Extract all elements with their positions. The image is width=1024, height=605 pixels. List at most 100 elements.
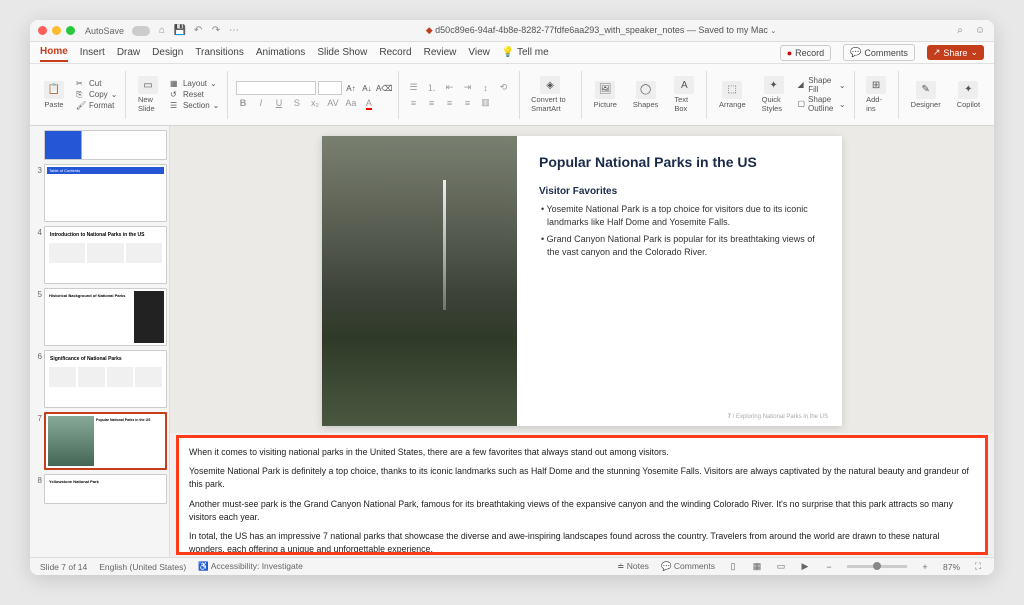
accessibility-status[interactable]: ♿ Accessibility: Investigate (198, 561, 303, 572)
align-right-button[interactable]: ≡ (443, 98, 457, 108)
tab-review[interactable]: Review (424, 44, 457, 61)
slide-thumbnails[interactable]: 3Table of Contents 4Introduction to Nati… (30, 126, 170, 557)
tab-record[interactable]: Record (379, 44, 411, 61)
outdent-button[interactable]: ⇤ (443, 82, 457, 93)
language-label[interactable]: English (United States) (99, 562, 186, 572)
align-left-button[interactable]: ≡ (407, 98, 421, 108)
tab-slideshow[interactable]: Slide Show (317, 44, 367, 61)
zoom-slider[interactable] (847, 565, 907, 568)
shapes-button[interactable]: ◯Shapes (629, 79, 662, 111)
strike-button[interactable]: S (290, 98, 304, 108)
home-icon[interactable]: ⌂ (156, 25, 168, 37)
shape-outline-button[interactable]: ▢Shape Outline ⌄ (797, 95, 845, 113)
addins-button[interactable]: ⊞Add-ins (862, 74, 890, 115)
arrange-button[interactable]: ⬚Arrange (715, 79, 750, 111)
subscript-button[interactable]: x₂ (308, 98, 322, 108)
slide-bullet[interactable]: • Yosemite National Park is a top choice… (539, 203, 820, 228)
tab-draw[interactable]: Draw (117, 44, 140, 61)
layout-button[interactable]: ▦Layout ⌄ (170, 79, 219, 89)
notes-paragraph[interactable]: Another must-see park is the Grand Canyo… (189, 498, 975, 524)
search-icon[interactable]: ⌕ (954, 25, 966, 37)
notes-paragraph[interactable]: When it comes to visiting national parks… (189, 446, 975, 459)
notes-toggle[interactable]: ≐ Notes (617, 561, 649, 572)
quickstyles-button[interactable]: ✦Quick Styles (758, 74, 790, 115)
speaker-notes[interactable]: When it comes to visiting national parks… (176, 435, 988, 555)
cut-button[interactable]: ✂Cut (76, 79, 117, 89)
sorter-view-icon[interactable]: ▦ (751, 561, 763, 573)
section-button[interactable]: ☰Section ⌄ (170, 101, 219, 111)
clear-format-icon[interactable]: A⌫ (376, 84, 390, 93)
record-button[interactable]: ● Record (780, 45, 831, 61)
thumb-8[interactable]: Yellowstone National Park (44, 474, 167, 504)
minimize-icon[interactable] (52, 26, 61, 35)
thumb-2[interactable] (44, 130, 167, 160)
tab-transitions[interactable]: Transitions (195, 44, 244, 61)
numbering-button[interactable]: ⒈ (425, 81, 439, 94)
grow-font-icon[interactable]: A↑ (344, 84, 358, 93)
fit-icon[interactable]: ⛶ (972, 561, 984, 573)
autosave-toggle[interactable] (132, 26, 150, 36)
paste-button[interactable]: 📋 Paste (40, 79, 68, 111)
format-painter-button[interactable]: 🖌Format (76, 101, 117, 111)
slide-counter[interactable]: Slide 7 of 14 (40, 562, 87, 572)
align-center-button[interactable]: ≡ (425, 98, 439, 108)
text-direction-button[interactable]: ⟲ (497, 82, 511, 93)
underline-button[interactable]: U (272, 98, 286, 108)
thumb-5[interactable]: Historical Background of National Parks (44, 288, 167, 346)
redo-icon[interactable]: ↷ (210, 25, 222, 37)
copilot-button[interactable]: ✦Copilot (953, 79, 984, 111)
slide-subtitle[interactable]: Visitor Favorites (539, 186, 820, 197)
sync-icon[interactable]: ☺ (974, 25, 986, 37)
thumb-7[interactable]: Popular National Parks in the US (44, 412, 167, 470)
picture-button[interactable]: 🖼Picture (590, 79, 621, 111)
tab-design[interactable]: Design (152, 44, 183, 61)
tab-animations[interactable]: Animations (256, 44, 305, 61)
slide-title[interactable]: Popular National Parks in the US (539, 154, 820, 170)
designer-button[interactable]: ✎Designer (907, 79, 945, 111)
new-slide-button[interactable]: ▭ New Slide (134, 74, 162, 115)
textbox-button[interactable]: AText Box (670, 74, 698, 115)
thumb-4[interactable]: Introduction to National Parks in the US (44, 226, 167, 284)
save-icon[interactable]: 💾 (174, 25, 186, 37)
slideshow-view-icon[interactable]: ▶ (799, 561, 811, 573)
notes-paragraph[interactable]: In total, the US has an impressive 7 nat… (189, 530, 975, 555)
tab-insert[interactable]: Insert (80, 44, 105, 61)
tab-home[interactable]: Home (40, 43, 68, 62)
undo-icon[interactable]: ↶ (192, 25, 204, 37)
bold-button[interactable]: B (236, 98, 250, 108)
thumb-6[interactable]: Significance of National Parks (44, 350, 167, 408)
maximize-icon[interactable] (66, 26, 75, 35)
justify-button[interactable]: ≡ (461, 98, 475, 108)
case-button[interactable]: Aa (344, 98, 358, 108)
tab-view[interactable]: View (468, 44, 490, 61)
tellme[interactable]: 💡 Tell me (502, 44, 549, 61)
comments-button[interactable]: 💬 Comments (843, 44, 915, 61)
more-icon[interactable]: ⋯ (228, 25, 240, 37)
convert-smartart-button[interactable]: ◈ Convert to SmartArt (527, 74, 573, 115)
font-family-select[interactable] (236, 81, 316, 95)
comments-toggle[interactable]: 💬 Comments (661, 561, 715, 572)
bullets-button[interactable]: ☰ (407, 82, 421, 93)
zoom-in-icon[interactable]: + (919, 561, 931, 573)
normal-view-icon[interactable]: ▯ (727, 561, 739, 573)
slide[interactable]: Popular National Parks in the US Visitor… (322, 136, 842, 426)
slide-bullet[interactable]: • Grand Canyon National Park is popular … (539, 233, 820, 258)
italic-button[interactable]: I (254, 98, 268, 108)
columns-button[interactable]: ▥ (479, 97, 493, 108)
shape-fill-button[interactable]: ◢Shape Fill ⌄ (797, 76, 845, 94)
indent-button[interactable]: ⇥ (461, 82, 475, 93)
reading-view-icon[interactable]: ▭ (775, 561, 787, 573)
highlight-button[interactable]: AV (326, 98, 340, 108)
zoom-level[interactable]: 87% (943, 562, 960, 572)
shrink-font-icon[interactable]: A↓ (360, 84, 374, 93)
notes-paragraph[interactable]: Yosemite National Park is definitely a t… (189, 465, 975, 491)
zoom-out-icon[interactable]: − (823, 561, 835, 573)
share-button[interactable]: ↗ Share ⌄ (927, 45, 984, 60)
slide-canvas[interactable]: Popular National Parks in the US Visitor… (170, 126, 994, 433)
linespacing-button[interactable]: ↕ (479, 83, 493, 93)
font-size-select[interactable] (318, 81, 342, 95)
font-color-button[interactable]: A (362, 98, 376, 108)
copy-button[interactable]: ⎘Copy ⌄ (76, 90, 117, 100)
close-icon[interactable] (38, 26, 47, 35)
reset-button[interactable]: ↺Reset (170, 90, 219, 100)
